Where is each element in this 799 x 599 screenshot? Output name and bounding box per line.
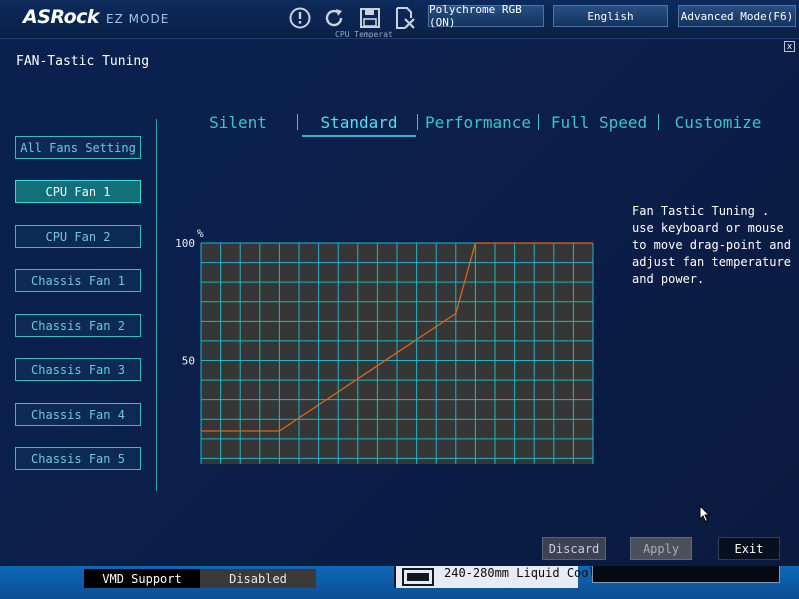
save-icon[interactable]	[358, 6, 382, 30]
tab-customize[interactable]: Customize	[664, 111, 772, 133]
polychrome-rgb-button[interactable]: Polychrome RGB (ON)	[428, 3, 544, 29]
brand-logo: ASRock EZ MODE	[23, 6, 169, 32]
help-icon[interactable]	[288, 6, 312, 30]
cooler-selector[interactable]: 240-280mm Liquid Cooler	[394, 566, 610, 588]
fan-chassis4-button[interactable]: Chassis Fan 4	[15, 403, 141, 426]
mode-label: EZ MODE	[106, 12, 170, 26]
background-temperature-label: CPU Temperat	[335, 30, 393, 38]
y-tick-label: 50	[182, 355, 195, 368]
close-button[interactable]: x	[784, 41, 795, 52]
language-button[interactable]: English	[553, 5, 668, 27]
mouse-cursor-icon	[699, 505, 711, 523]
vmd-support-label: VMD Support	[84, 569, 200, 588]
dialog-title: FAN-Tastic Tuning	[16, 54, 150, 69]
tab-separator	[658, 114, 659, 130]
tab-separator	[417, 114, 418, 130]
brand-name: ASRock	[23, 6, 100, 28]
y-unit-label: %	[197, 227, 204, 240]
cooler-icon	[402, 568, 434, 586]
apply-button[interactable]: Apply	[630, 537, 692, 560]
status-box	[592, 566, 780, 583]
fan-tuning-dialog: x FAN-Tastic Tuning All Fans Setting CPU…	[0, 38, 799, 567]
tab-performance[interactable]: Performance	[424, 111, 532, 133]
fan-chassis5-button[interactable]: Chassis Fan 5	[15, 447, 141, 470]
fan-curve-chart[interactable]: 025507510010050%°C	[170, 179, 620, 464]
bottom-bar: VMD Support Disabled 240-280mm Liquid Co…	[0, 566, 799, 599]
refresh-icon[interactable]	[322, 6, 346, 30]
tab-silent[interactable]: Silent	[190, 111, 286, 133]
fan-cpu1-button[interactable]: CPU Fan 1	[15, 180, 141, 203]
left-divider	[156, 119, 157, 491]
cooler-text: 240-280mm Liquid Cooler	[444, 566, 611, 580]
discard-button[interactable]: Discard	[542, 537, 606, 560]
exit-button[interactable]: Exit	[718, 537, 780, 560]
vmd-support-value[interactable]: Disabled	[200, 569, 316, 588]
tab-separator	[538, 114, 539, 130]
discard-icon[interactable]	[393, 6, 417, 30]
fan-cpu2-button[interactable]: CPU Fan 2	[15, 225, 141, 248]
tab-full-speed[interactable]: Full Speed	[546, 111, 652, 133]
active-tab-indicator	[302, 135, 416, 137]
fan-chassis2-button[interactable]: Chassis Fan 2	[15, 314, 141, 337]
fan-chassis3-button[interactable]: Chassis Fan 3	[15, 358, 141, 381]
fan-all-button[interactable]: All Fans Setting	[15, 136, 141, 159]
help-text: Fan Tastic Tuning . use keyboard or mous…	[632, 204, 791, 286]
advanced-mode-button[interactable]: Advanced Mode(F6)	[678, 5, 796, 27]
fan-chassis1-button[interactable]: Chassis Fan 1	[15, 269, 141, 292]
tab-separator	[297, 114, 298, 130]
y-tick-label: 100	[175, 237, 195, 250]
tab-standard[interactable]: Standard	[302, 111, 416, 133]
